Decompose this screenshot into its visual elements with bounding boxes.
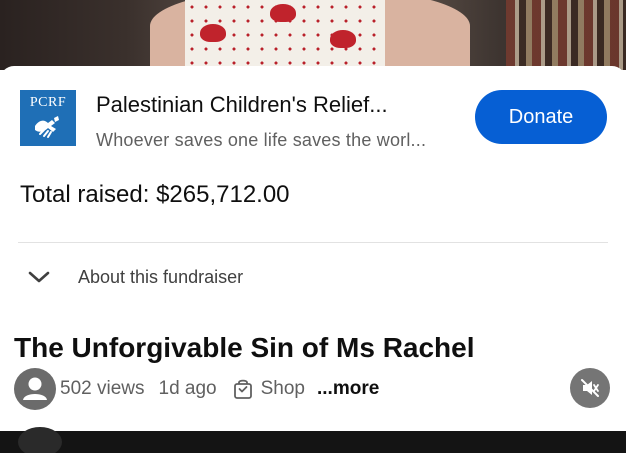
org-tagline: Whoever saves one life saves the worl... [96,130,427,150]
donate-button[interactable]: Donate [475,90,607,144]
total-raised: Total raised: $265,712.00 [20,181,290,208]
next-video-thumbnail [18,427,62,453]
shopping-bag-icon[interactable] [233,378,253,400]
next-video-preview[interactable] [0,427,626,453]
video-title[interactable]: The Unforgivable Sin of Ms Rachel [14,332,475,364]
volume-muted-icon [581,379,599,397]
video-player-preview[interactable] [0,0,626,70]
about-fundraiser-toggle[interactable]: About this fundraiser [18,258,438,296]
video-meta-row: 502 views 1d ago Shop ...more [14,368,379,410]
pcrf-hands-logo-icon [35,116,59,138]
dress-print-lobster [200,24,226,42]
mute-button[interactable] [570,368,610,408]
view-count: 502 views [60,378,145,399]
person-avatar-icon[interactable] [14,368,56,410]
org-logo[interactable]: PCRF [20,90,76,146]
dress-print-lobster [330,30,356,48]
org-name[interactable]: Palestinian Children's Relief... [96,92,388,118]
dress-print-lobster [270,4,296,22]
more-description-link[interactable]: ...more [317,378,379,400]
video-frame-bookshelf [506,0,626,70]
org-logo-text: PCRF [29,95,67,110]
upload-age: 1d ago [158,378,217,399]
shop-link[interactable]: Shop [261,378,305,400]
divider [18,242,608,243]
about-fundraiser-label: About this fundraiser [78,266,244,287]
chevron-down-icon [18,258,58,296]
